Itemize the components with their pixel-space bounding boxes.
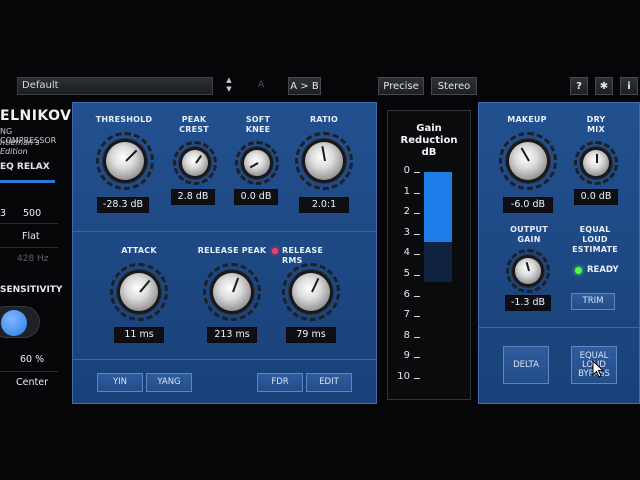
preset-down-arrow-icon[interactable]: ▼ <box>220 85 238 94</box>
settings-gear-icon[interactable]: ✱ <box>595 77 613 95</box>
release-peak-value[interactable]: 213 ms <box>207 327 257 343</box>
meter-tick <box>414 213 420 215</box>
eq-freq-hz: 428 Hz <box>17 254 49 264</box>
brand-edition: ntleman's Edition <box>0 138 40 156</box>
compressor-panel: THRESHOLD -28.3 dB PEAK CREST 2.8 dB SOFT… <box>72 102 377 404</box>
divider <box>73 231 376 232</box>
meter-scale: 0 1 2 3 4 5 6 7 8 9 10 <box>388 111 472 401</box>
sensitivity-toggle-knob[interactable] <box>1 310 27 336</box>
soft-knee-knob[interactable] <box>244 150 270 176</box>
ratio-knob[interactable] <box>305 142 343 180</box>
peak-crest-value[interactable]: 2.8 dB <box>171 189 215 205</box>
yang-button[interactable]: YANG <box>146 373 192 392</box>
center-value[interactable]: Center <box>16 377 48 388</box>
divider <box>0 223 58 224</box>
trim-button[interactable]: TRIM <box>571 293 615 310</box>
meter-tick <box>414 357 420 359</box>
help-button[interactable]: ? <box>570 77 588 95</box>
peak-crest-label: PEAK CREST <box>179 115 209 134</box>
stereo-button[interactable]: Stereo <box>431 77 477 95</box>
meter-tick <box>414 172 420 173</box>
divider <box>73 359 376 360</box>
eq-freq-low[interactable]: 3 <box>0 208 6 219</box>
ratio-label: RATIO <box>310 115 338 124</box>
sensitivity-label: SENSITIVITY <box>0 285 63 295</box>
dry-mix-value[interactable]: 0.0 dB <box>574 189 618 205</box>
eq-relax-label: EQ RELAX <box>0 162 50 172</box>
plugin-window: Default ▲ ▼ A A > B Precise Stereo ? ✱ i… <box>0 0 640 480</box>
output-panel: MAKEUP -6.0 dB DRY MIX 0.0 dB OUTPUT GAIN … <box>478 102 640 404</box>
meter-scale-label: 1 <box>403 185 410 197</box>
threshold-value[interactable]: -28.3 dB <box>97 197 149 213</box>
threshold-label: THRESHOLD <box>95 115 153 124</box>
attack-knob[interactable] <box>120 273 158 311</box>
makeup-value[interactable]: -6.0 dB <box>503 197 553 213</box>
divider <box>0 371 58 372</box>
meter-tick <box>414 192 420 194</box>
release-peak-label: RELEASE PEAK <box>197 246 267 255</box>
preset-spinner[interactable]: ▲ ▼ <box>220 76 238 96</box>
meter-tick <box>414 316 420 318</box>
fdr-button[interactable]: FDR <box>257 373 303 392</box>
meter-tick <box>414 336 420 338</box>
info-button[interactable]: i <box>620 77 638 95</box>
ratio-value[interactable]: 2.0:1 <box>299 197 349 213</box>
yin-button[interactable]: YIN <box>97 373 143 392</box>
preset-selector[interactable]: Default <box>17 77 213 95</box>
divider <box>479 327 639 328</box>
meter-scale-label: 3 <box>403 226 410 238</box>
meter-scale-label: 4 <box>403 247 410 259</box>
meter-scale-label: 10 <box>397 371 410 382</box>
release-rms-value[interactable]: 79 ms <box>286 327 336 343</box>
soft-knee-value[interactable]: 0.0 dB <box>234 189 278 205</box>
meter-scale-label: 9 <box>403 350 410 362</box>
release-rms-knob[interactable] <box>292 273 330 311</box>
release-peak-knob[interactable] <box>213 273 251 311</box>
ready-label: READY <box>587 265 619 275</box>
ab-copy-button[interactable]: A > B <box>288 77 321 95</box>
edit-button[interactable]: EDIT <box>306 373 352 392</box>
meter-tick <box>414 233 420 235</box>
threshold-knob[interactable] <box>106 142 144 180</box>
eq-freq-mid[interactable]: 500 <box>23 208 41 219</box>
dry-mix-knob[interactable] <box>583 150 609 176</box>
preset-up-arrow-icon[interactable]: ▲ <box>220 76 238 85</box>
output-gain-value[interactable]: -1.3 dB <box>505 295 551 311</box>
mouse-cursor-icon <box>592 360 604 378</box>
eq-relax-bar[interactable] <box>0 180 55 183</box>
ab-a-label[interactable]: A <box>258 80 264 90</box>
meter-tick <box>414 295 420 297</box>
attack-label: ATTACK <box>121 246 157 255</box>
eq-curve-value[interactable]: Flat <box>22 231 40 242</box>
sensitivity-percent[interactable]: 60 % <box>20 354 44 365</box>
left-panel: ELNIKOV NG COMPRESSOR ntleman's Edition … <box>0 102 71 402</box>
output-gain-label: OUTPUT GAIN <box>510 225 548 244</box>
attack-value[interactable]: 11 ms <box>114 327 164 343</box>
meter-scale-label: 6 <box>403 288 410 300</box>
meter-scale-label: 7 <box>403 309 410 321</box>
brand-title: ELNIKOV <box>0 108 72 124</box>
divider <box>0 247 58 248</box>
equal-loud-estimate-label: EQUAL LOUD ESTIMATE <box>572 225 618 254</box>
meter-scale-label: 2 <box>403 206 410 218</box>
precise-button[interactable]: Precise <box>378 77 424 95</box>
soft-knee-label: SOFT KNEE <box>245 115 271 134</box>
gain-reduction-meter: Gain Reduction dB 0 1 2 3 4 5 6 7 8 9 10 <box>387 110 471 400</box>
sensitivity-toggle[interactable] <box>0 306 40 338</box>
makeup-label: MAKEUP <box>507 115 547 124</box>
meter-tick <box>414 378 420 379</box>
meter-tick <box>414 254 420 256</box>
ready-led-icon <box>575 267 582 274</box>
makeup-knob[interactable] <box>509 142 547 180</box>
release-led-icon[interactable] <box>272 248 278 254</box>
meter-tick <box>414 275 420 276</box>
delta-button[interactable]: DELTA <box>503 346 549 384</box>
meter-scale-label: 0 <box>403 165 410 176</box>
meter-scale-label: 5 <box>403 268 410 279</box>
dry-mix-label: DRY MIX <box>586 115 606 134</box>
meter-scale-label: 8 <box>403 329 410 341</box>
peak-crest-knob[interactable] <box>182 150 208 176</box>
output-gain-knob[interactable] <box>515 258 541 284</box>
